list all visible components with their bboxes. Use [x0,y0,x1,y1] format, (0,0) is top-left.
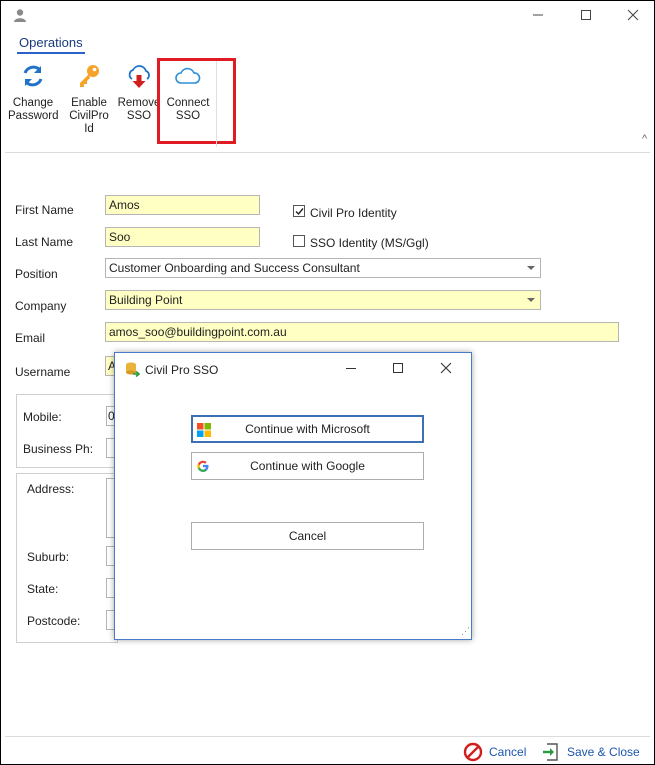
minimize-icon [346,368,356,369]
no-entry-icon [463,742,483,762]
change-password-label-1: Change [12,97,54,109]
google-button-label: Continue with Google [250,459,365,473]
dialog-close-button[interactable] [434,359,458,377]
key-icon [80,65,99,87]
close-icon [627,9,639,21]
resize-grip-icon[interactable]: ⋰ [461,626,470,637]
first-name-input[interactable]: Amos [105,195,260,215]
position-value: Customer Onboarding and Success Consulta… [109,261,360,275]
close-icon [440,362,452,374]
position-label: Position [15,267,58,281]
tab-operations[interactable]: Operations [17,35,85,54]
username-label: Username [15,365,71,379]
last-name-label: Last Name [15,235,74,249]
continue-with-microsoft-button[interactable]: Continue with Microsoft [191,415,424,443]
state-label: State: [27,582,59,596]
change-password-label-2: Password [8,110,59,122]
close-button[interactable] [618,5,648,25]
continue-with-google-button[interactable]: Continue with Google [191,452,424,480]
last-name-input[interactable]: Soo [105,227,260,247]
postcode-label: Postcode: [27,614,81,628]
user-details-window: Operations Change Password Enable CivilP… [0,0,655,765]
contact-group [16,394,118,468]
first-name-label: First Name [15,203,74,217]
position-select[interactable]: Customer Onboarding and Success Consulta… [105,258,541,278]
sso-identity-checkbox[interactable] [293,235,305,247]
cancel-label: Cancel [489,745,527,759]
maximize-icon [581,10,591,20]
mobile-input[interactable]: 0 [106,406,115,426]
exit-arrow-icon [543,743,558,761]
chevron-down-icon [527,298,535,302]
civilpro-identity-checkbox[interactable] [293,205,305,217]
company-label: Company [15,299,67,313]
dialog-minimize-button[interactable] [339,359,363,377]
save-close-label: Save & Close [567,745,640,759]
ribbon-divider [5,152,650,153]
minimize-icon [533,14,543,16]
maximize-button[interactable] [571,5,601,25]
business-phone-label: Business Ph: [23,442,94,456]
mobile-label: Mobile: [23,410,62,424]
enable-civilpro-label-1: Enable [71,97,107,109]
company-value: Building Point [109,293,183,307]
dialog-cancel-button[interactable]: Cancel [191,522,424,550]
google-logo-icon [197,460,209,472]
cloud-remove-icon [128,65,150,88]
civilpro-identity-label: Civil Pro Identity [310,206,397,220]
postcode-input[interactable] [106,610,114,630]
enable-civilpro-id-button[interactable]: Enable CivilPro Id [64,63,114,135]
user-icon [14,9,26,22]
microsoft-logo-icon [197,423,211,437]
save-and-close-button[interactable]: Save & Close [541,741,640,763]
microsoft-button-label: Continue with Microsoft [245,422,370,436]
suburb-label: Suburb: [27,550,70,564]
cancel-button[interactable]: Cancel [463,741,526,763]
footer-divider [5,736,650,737]
dialog-title: Civil Pro SSO [145,363,219,377]
maximize-icon [393,363,403,373]
change-password-button[interactable]: Change Password [8,63,59,135]
company-select[interactable]: Building Point [105,290,541,310]
email-label: Email [15,331,46,345]
connect-sso-highlight-box [157,58,236,144]
business-phone-input[interactable] [106,438,114,458]
enable-civilpro-label-2: CivilPro Id [69,110,109,135]
civil-pro-sso-dialog: Civil Pro SSO Continue with Microsoft Co… [114,352,472,640]
minimize-button[interactable] [523,5,553,25]
collapse-ribbon-icon[interactable]: ^ [642,133,647,145]
chevron-down-icon [527,266,535,270]
ribbon-separator [216,61,217,147]
sso-identity-label: SSO Identity (MS/Ggl) [310,236,429,250]
state-input[interactable] [106,578,114,598]
address-label: Address: [27,482,75,496]
database-icon [126,362,140,377]
suburb-input[interactable] [106,546,114,566]
checkmark-icon [295,208,304,216]
dialog-maximize-button[interactable] [386,359,410,377]
email-input[interactable]: amos_soo@buildingpoint.com.au [105,322,619,342]
dialog-cancel-label: Cancel [288,529,327,543]
refresh-icon [23,65,43,87]
address-input[interactable] [106,478,114,538]
